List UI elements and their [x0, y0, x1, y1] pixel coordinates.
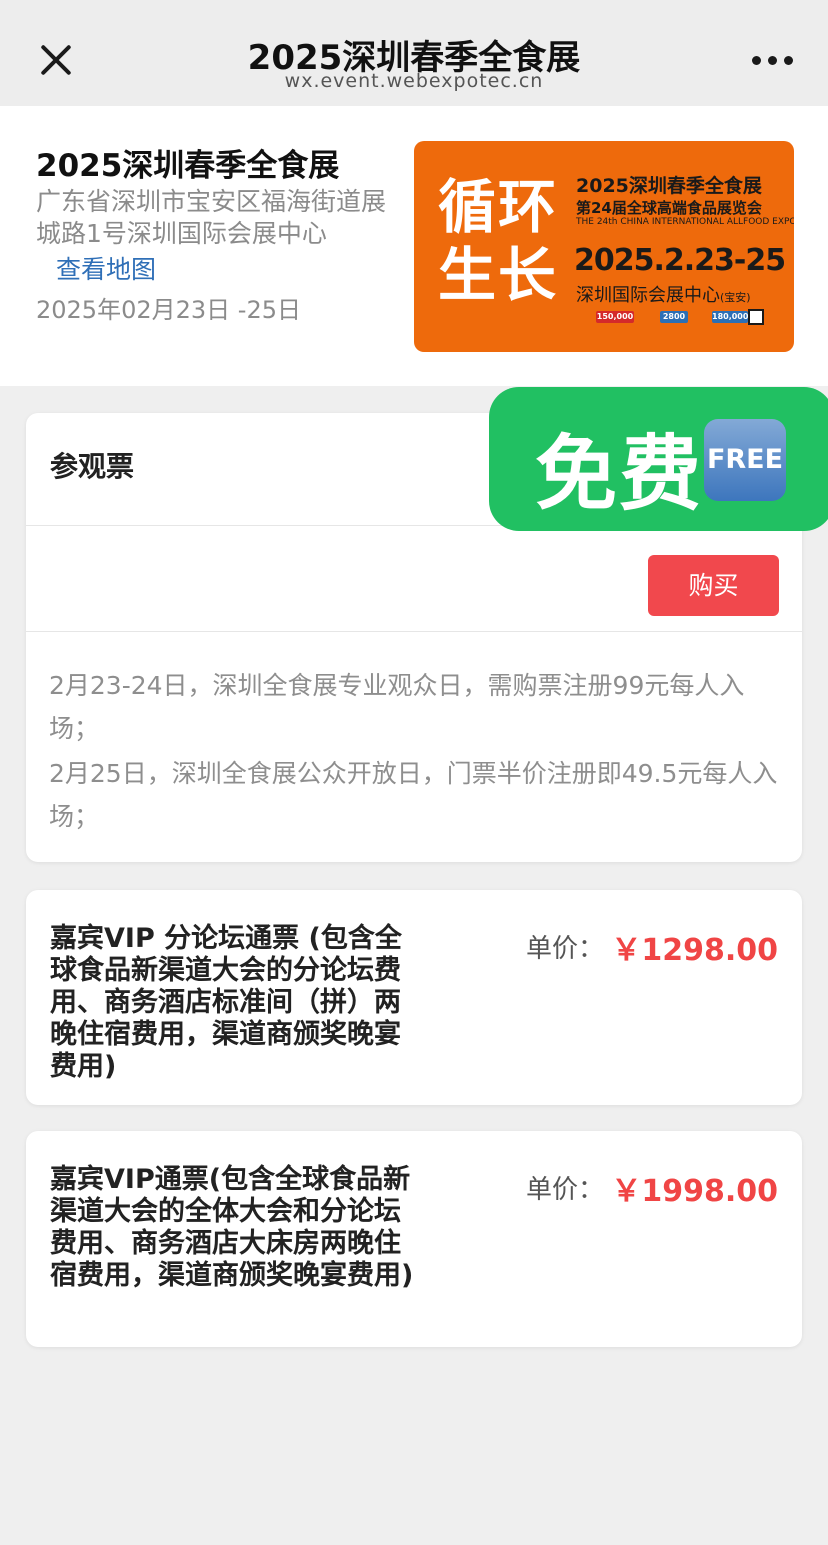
vip-forum-ticket-card[interactable]: 嘉宾VIP 分论坛通票 (包含全球食品新渠道大会的分论坛费用、商务酒店标准间（拼…	[26, 890, 802, 1105]
ticket-name: 嘉宾VIP通票(包含全球食品新渠道大会的全体大会和分论坛费用、商务酒店大床房两晚…	[50, 1164, 414, 1291]
banner-stats: 150,000 2800 180,000	[574, 311, 749, 325]
banner-venue-note: (宝安)	[720, 291, 751, 304]
ticket-note: 2月25日，深圳全食展公众开放日，门票半价注册即49.5元每人入场；	[49, 759, 778, 831]
qr-code-icon	[748, 309, 764, 325]
banner-event-name: 2025深圳春季全食展	[576, 175, 762, 197]
vip-full-ticket-card[interactable]: 嘉宾VIP通票(包含全球食品新渠道大会的全体大会和分论坛费用、商务酒店大床房两晚…	[26, 1131, 802, 1347]
unit-price-label: 单价：	[526, 1175, 605, 1205]
banner-stat: 180,000	[712, 311, 749, 323]
event-header: 2025深圳春季全食展 广东省深圳市宝安区福海街道展城路1号深圳国际会展中心 查…	[0, 106, 828, 386]
banner-slogan-line1: 循环	[438, 173, 559, 241]
unit-price-label: 单价：	[526, 934, 605, 964]
event-banner: 循环 生长 2025深圳春季全食展 第24届全球高端食品展览会 THE 24th…	[414, 141, 794, 352]
free-badge: 免费 FREE	[489, 387, 828, 531]
event-address: 广东省深圳市宝安区福海街道展城路1号深圳国际会展中心	[36, 187, 387, 248]
banner-edition: 第24届全球高端食品展览会	[576, 199, 762, 217]
ticket-title: 参观票	[50, 450, 135, 483]
banner-stat: 2800	[660, 311, 688, 323]
ticket-note: 2月23-24日，深圳全食展专业观众日，需购票注册99元每人入场；	[49, 671, 745, 743]
unit-price: ￥1298.00	[611, 933, 778, 968]
banner-slogan-line2: 生长	[438, 241, 559, 309]
free-icon: FREE	[704, 419, 786, 501]
banner-venue-name: 深圳国际会展中心	[576, 285, 720, 306]
more-icon[interactable]	[752, 56, 794, 66]
page-url: wx.event.webexpotec.cn	[284, 70, 544, 92]
top-bar: 2025深圳春季全食展 wx.event.webexpotec.cn	[0, 0, 828, 106]
unit-price: ￥1998.00	[611, 1174, 778, 1209]
banner-dates: 2025.2.23-25	[574, 243, 786, 278]
banner-stat: 150,000	[596, 311, 634, 323]
divider	[26, 631, 802, 632]
banner-english: THE 24th CHINA INTERNATIONAL ALLFOOD EXP…	[576, 217, 794, 227]
event-title: 2025深圳春季全食展	[36, 148, 340, 184]
ticket-name: 嘉宾VIP 分论坛通票 (包含全球食品新渠道大会的分论坛费用、商务酒店标准间（拼…	[50, 923, 402, 1082]
banner-venue: 深圳国际会展中心(宝安)	[576, 281, 751, 307]
buy-button[interactable]: 购买	[648, 555, 779, 616]
event-date: 2025年02月23日 -25日	[36, 296, 301, 324]
free-badge-text: 免费	[535, 427, 704, 522]
view-map-link[interactable]: 查看地图	[56, 250, 156, 286]
